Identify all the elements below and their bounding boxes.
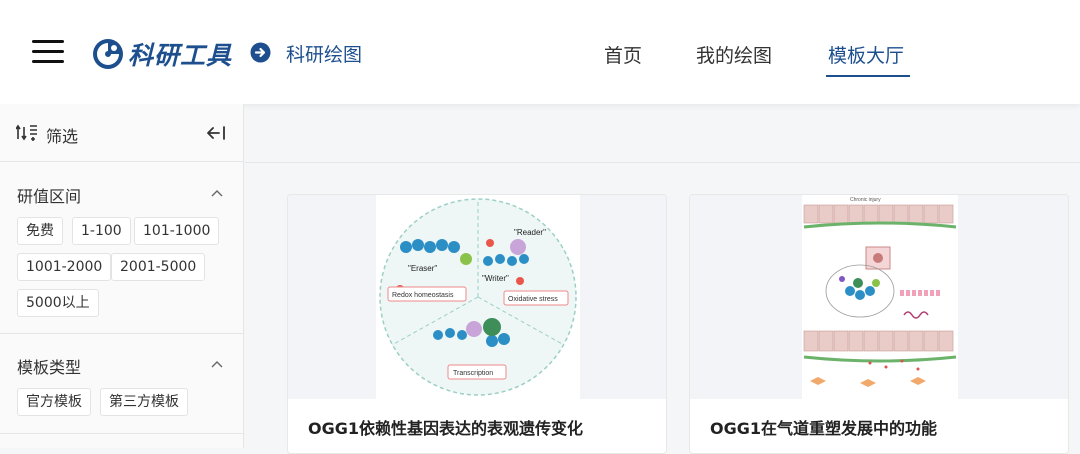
figure-label-chronic-injury: Chronic injury — [850, 197, 881, 203]
filter-section-type: 模板类型 官方模板 第三方模板 — [0, 334, 243, 434]
figure-label-eraser: "Eraser" — [408, 264, 437, 273]
template-thumbnail: Chronic injury — [690, 195, 1068, 399]
active-nav-indicator — [826, 75, 910, 77]
nav-template-hall[interactable]: 模板大厅 — [828, 41, 904, 68]
template-card-title: OGG1在气道重塑发展中的功能 — [710, 419, 938, 438]
hamburger-icon[interactable] — [32, 40, 64, 66]
arrow-right-circle-icon — [250, 42, 271, 63]
section-title[interactable]: 科研绘图 — [286, 40, 362, 67]
section-title-type: 模板类型 — [17, 358, 82, 377]
figure-label-redox: Redox homeostasis — [392, 292, 454, 299]
template-thumbnail: "Eraser" "Reader" "Writer" Redox homeost… — [288, 195, 666, 399]
brand-logo[interactable]: 科研工具 — [92, 36, 232, 72]
template-card-title: OGG1依赖性基因表达的表观遗传变化 — [308, 419, 584, 438]
nav-home[interactable]: 首页 — [604, 41, 642, 68]
filter-label: 筛选 — [46, 127, 79, 146]
airway-remodeling-figure: Chronic injury — [802, 195, 958, 399]
tag-1001-2000[interactable]: 1001-2000 — [17, 253, 112, 281]
filter-section-price: 研值区间 免费 1-100 101-1000 1001-2000 2001-50… — [0, 162, 243, 334]
tag-free[interactable]: 免费 — [17, 217, 63, 245]
sort-filter-icon — [16, 124, 37, 141]
figure-label-transcription: Transcription — [453, 370, 493, 377]
nav-my-drawings[interactable]: 我的绘图 — [696, 41, 772, 68]
chevron-up-icon[interactable] — [211, 189, 223, 197]
collapse-left-icon[interactable] — [205, 124, 227, 142]
tag-5000-plus[interactable]: 5000以上 — [17, 289, 99, 317]
top-header: 科研工具 科研绘图 首页 我的绘图 模板大厅 — [0, 0, 1080, 104]
epigenetics-figure: "Eraser" "Reader" "Writer" Redox homeost… — [376, 195, 580, 399]
figure-label-writer: "Writer" — [482, 274, 509, 283]
chevron-up-icon[interactable] — [211, 360, 223, 368]
filter-header: 筛选 — [0, 104, 243, 162]
template-card[interactable]: "Eraser" "Reader" "Writer" Redox homeost… — [287, 194, 667, 454]
figure-label-reader: "Reader" — [514, 228, 546, 237]
section-title-price: 研值区间 — [17, 187, 82, 206]
logo-icon — [93, 39, 123, 69]
content-toolbar-divider — [245, 162, 1080, 163]
tag-official[interactable]: 官方模板 — [17, 388, 91, 416]
brand-name: 科研工具 — [128, 41, 233, 70]
filter-sidebar: 筛选 研值区间 免费 1-100 101-1000 1001-2000 2001… — [0, 104, 244, 448]
tag-101-1000[interactable]: 101-1000 — [134, 217, 220, 245]
figure-label-oxidative: Oxidative stress — [508, 296, 558, 303]
tag-2001-5000[interactable]: 2001-5000 — [111, 253, 206, 281]
tag-1-100[interactable]: 1-100 — [72, 217, 131, 245]
tag-third-party[interactable]: 第三方模板 — [100, 388, 188, 416]
template-card[interactable]: Chronic injury OGG1在气道重塑发展中的功能 — [689, 194, 1069, 454]
